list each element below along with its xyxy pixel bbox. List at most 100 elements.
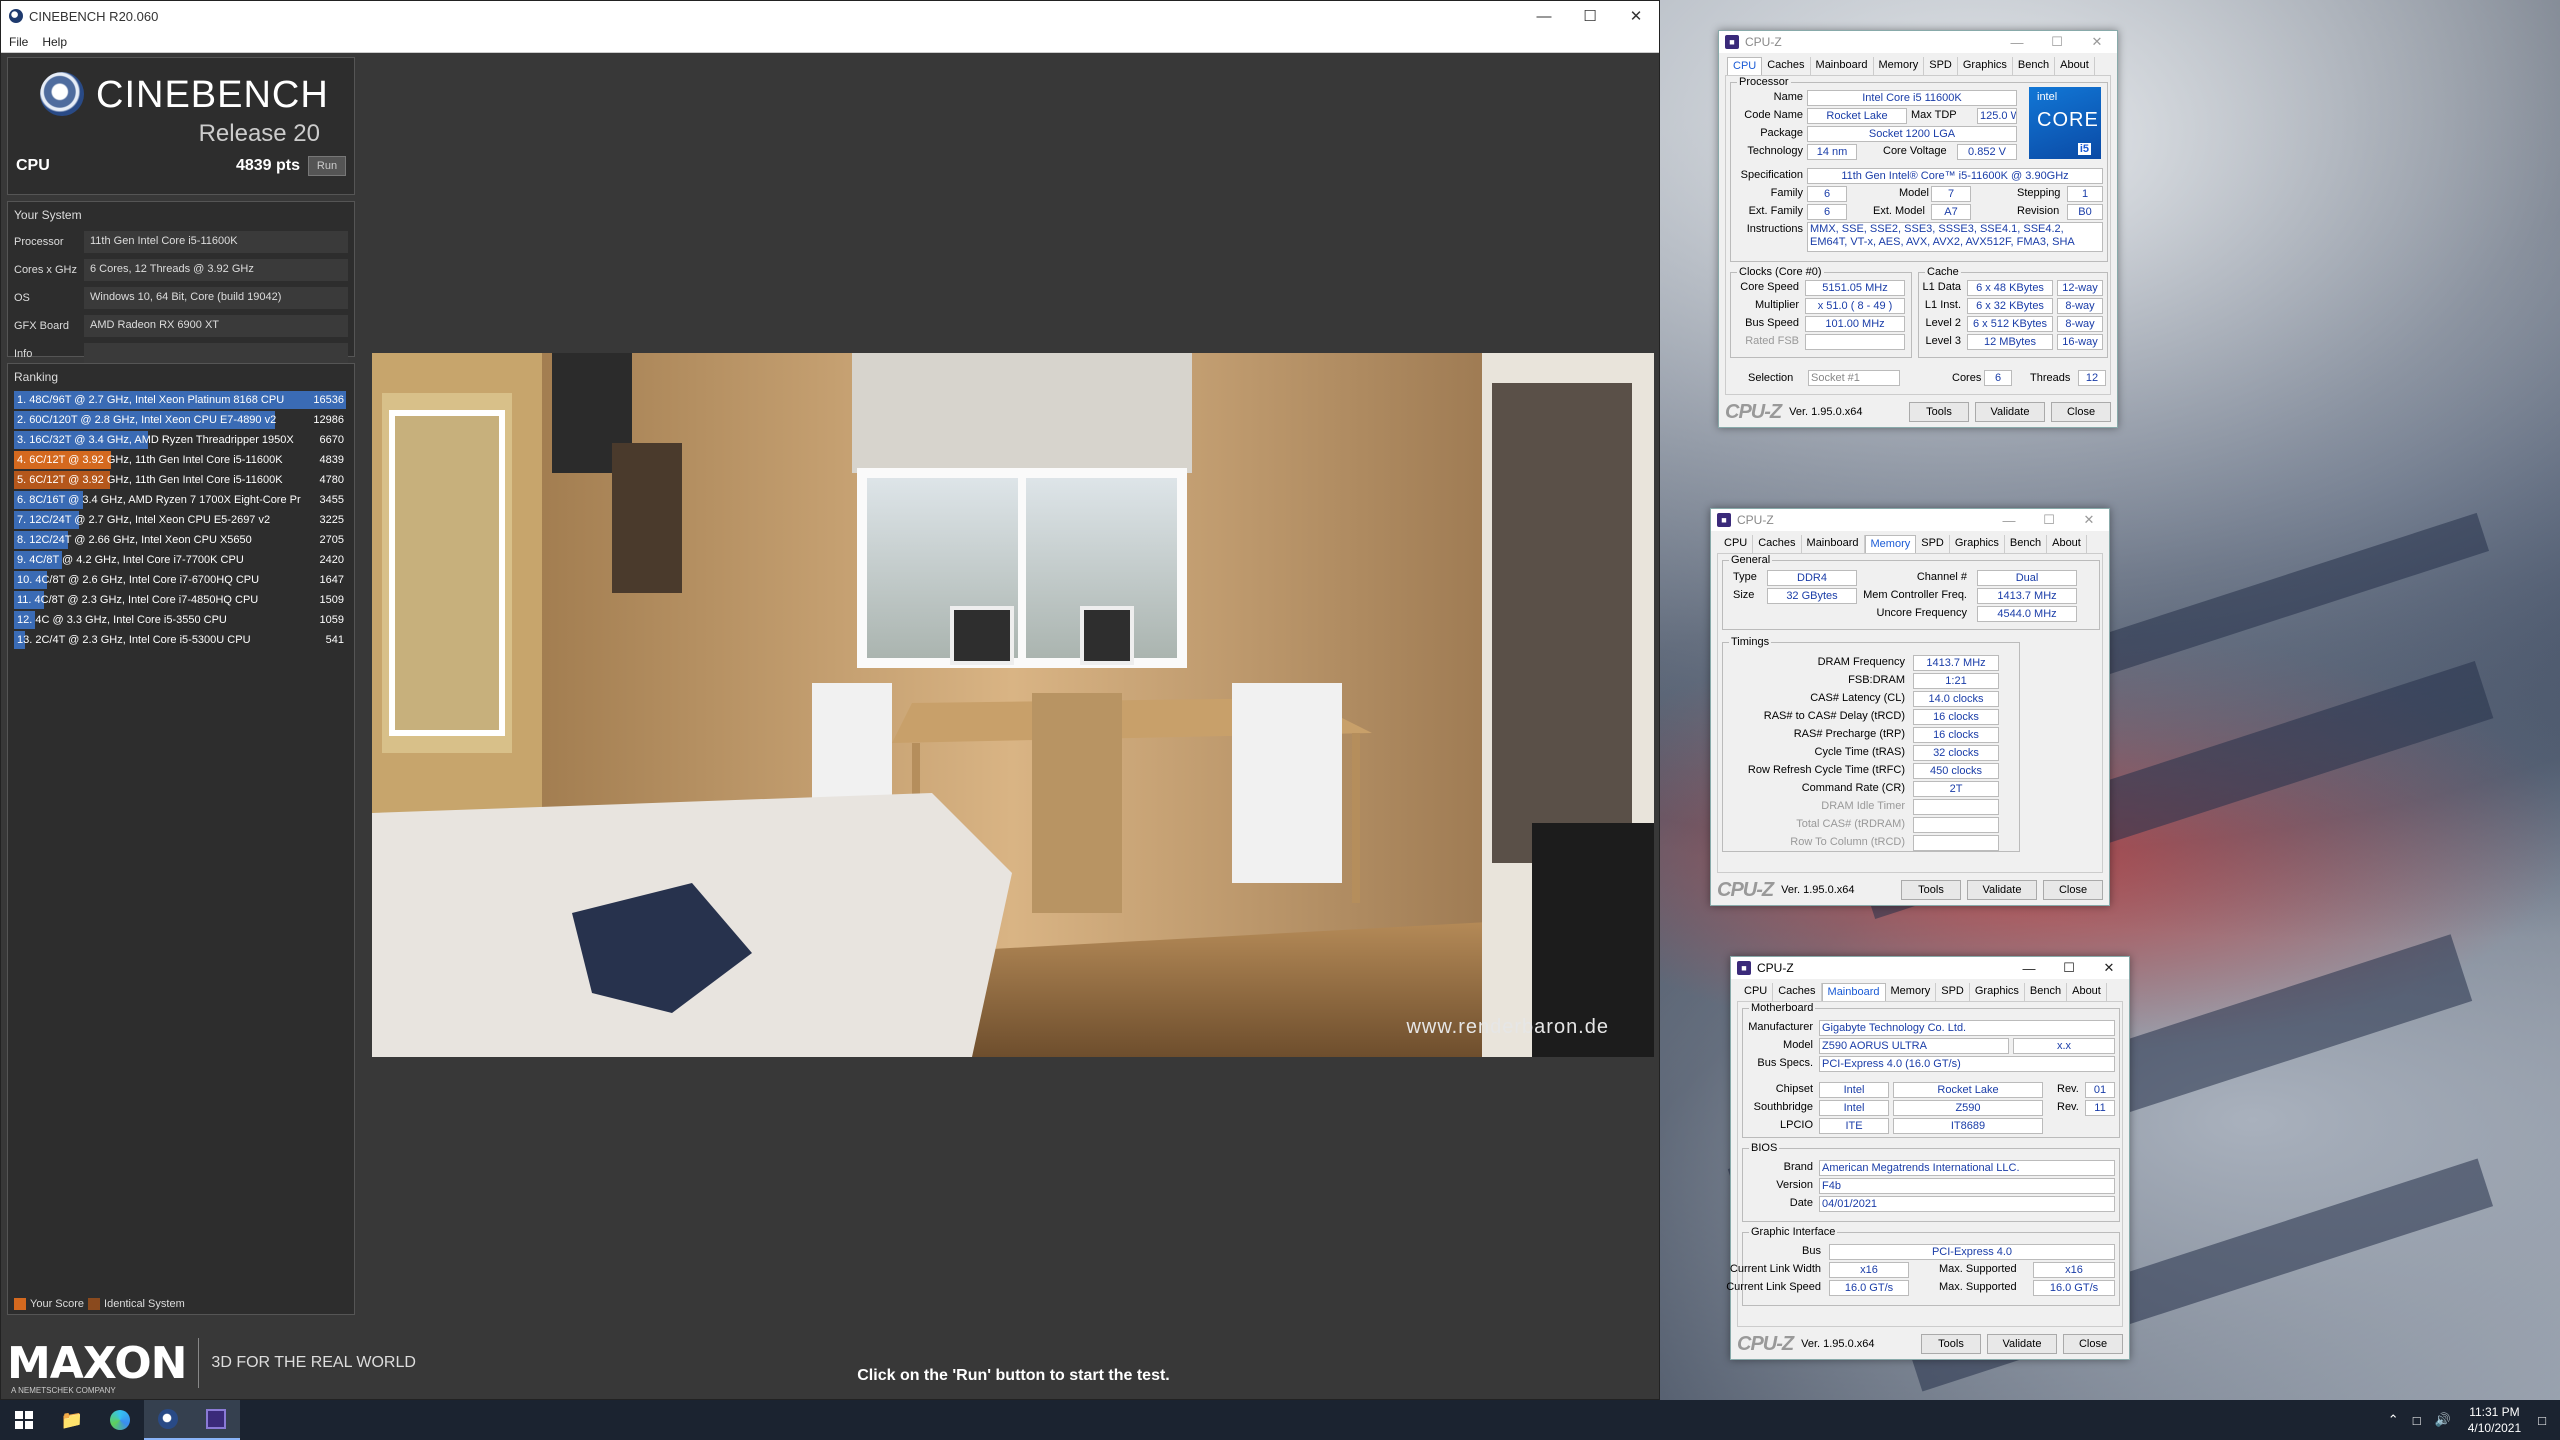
- validate-button[interactable]: Validate: [1967, 880, 2037, 900]
- volume-icon[interactable]: 🔊: [2435, 1412, 2451, 1428]
- menu-help[interactable]: Help: [42, 35, 67, 49]
- info-field[interactable]: [84, 343, 348, 365]
- tab-bench[interactable]: Bench: [2005, 535, 2048, 553]
- ranking-label: 7. 12C/24T @ 2.7 GHz, Intel Xeon CPU E5-…: [17, 514, 271, 526]
- ranking-title: Ranking: [14, 370, 59, 384]
- minimize-icon[interactable]: —: [2009, 961, 2049, 976]
- bios-group-title: BIOS: [1749, 1142, 1780, 1154]
- cpuz-titlebar[interactable]: ■ CPU-Z — ☐ ✕: [1731, 957, 2129, 979]
- cpuz-titlebar[interactable]: ■ CPU-Z — ☐ ✕: [1711, 509, 2109, 531]
- l1inst-label: L1 Inst.: [1924, 299, 1961, 311]
- cpuz-tabs: CPU Caches Mainboard Memory SPD Graphics…: [1719, 53, 2117, 75]
- cinebench-left-panel: CINEBENCH Release 20 CPU 4839 pts Run Yo…: [7, 57, 355, 1329]
- tab-graphics[interactable]: Graphics: [1970, 983, 2025, 1001]
- tab-spd[interactable]: SPD: [1916, 535, 1950, 553]
- tab-cpu[interactable]: CPU: [1719, 535, 1754, 553]
- close-icon[interactable]: ✕: [1613, 1, 1659, 31]
- ranking-row[interactable]: 4. 6C/12T @ 3.92 GHz, 11th Gen Intel Cor…: [14, 450, 348, 470]
- timing-label: Cycle Time (tRAS): [1814, 746, 1905, 758]
- tab-memory[interactable]: Memory: [1886, 983, 1937, 1001]
- memctrl-label: Mem Controller Freq.: [1863, 589, 1967, 601]
- validate-button[interactable]: Validate: [1987, 1334, 2057, 1354]
- tab-caches[interactable]: Caches: [1773, 983, 1822, 1001]
- ranking-row[interactable]: 11. 4C/8T @ 2.3 GHz, Intel Core i7-4850H…: [14, 590, 348, 610]
- clock[interactable]: 11:31 PM 4/10/2021: [2468, 1404, 2521, 1436]
- maximize-icon[interactable]: ☐: [1567, 1, 1613, 31]
- tab-mainboard[interactable]: Mainboard: [1811, 57, 1874, 75]
- tab-cpu[interactable]: CPU: [1739, 983, 1774, 1001]
- close-icon[interactable]: ✕: [2077, 34, 2117, 50]
- chipset-label: Chipset: [1775, 1083, 1813, 1095]
- chevron-up-icon[interactable]: ⌃: [2388, 1412, 2399, 1428]
- tab-about[interactable]: About: [2067, 983, 2107, 1001]
- gi-maxwidth-label: Max. Supported: [1939, 1263, 2017, 1275]
- ranking-row[interactable]: 13. 2C/4T @ 2.3 GHz, Intel Core i5-5300U…: [14, 630, 348, 650]
- tab-graphics[interactable]: Graphics: [1950, 535, 2005, 553]
- cinebench-taskbar-icon[interactable]: [144, 1400, 192, 1440]
- tab-about[interactable]: About: [2055, 57, 2095, 75]
- edge-browser-icon[interactable]: [96, 1400, 144, 1440]
- validate-button[interactable]: Validate: [1975, 402, 2045, 422]
- ranking-row[interactable]: 3. 16C/32T @ 3.4 GHz, AMD Ryzen Threadri…: [14, 430, 348, 450]
- ranking-row[interactable]: 6. 8C/16T @ 3.4 GHz, AMD Ryzen 7 1700X E…: [14, 490, 348, 510]
- file-explorer-icon[interactable]: 📁: [48, 1400, 96, 1440]
- ranking-row[interactable]: 10. 4C/8T @ 2.6 GHz, Intel Core i7-6700H…: [14, 570, 348, 590]
- tab-caches[interactable]: Caches: [1753, 535, 1802, 553]
- tab-memory[interactable]: Memory: [1874, 57, 1925, 75]
- ranking-row[interactable]: 9. 4C/8T @ 4.2 GHz, Intel Core i7-7700K …: [14, 550, 348, 570]
- tab-bench[interactable]: Bench: [2013, 57, 2056, 75]
- bios-version-label: Version: [1776, 1179, 1813, 1191]
- menu-file[interactable]: File: [9, 35, 28, 49]
- start-button[interactable]: [0, 1400, 48, 1440]
- ranking-row[interactable]: 2. 60C/120T @ 2.8 GHz, Intel Xeon CPU E7…: [14, 410, 348, 430]
- tools-button[interactable]: Tools: [1921, 1334, 1981, 1354]
- close-button[interactable]: Close: [2051, 402, 2111, 422]
- legend-identical-system: Identical System: [104, 1298, 185, 1310]
- ranking-label: 2. 60C/120T @ 2.8 GHz, Intel Xeon CPU E7…: [17, 414, 277, 426]
- ranking-row[interactable]: 5. 6C/12T @ 3.92 GHz, 11th Gen Intel Cor…: [14, 470, 348, 490]
- selection-dropdown[interactable]: Socket #1: [1808, 370, 1900, 386]
- tools-button[interactable]: Tools: [1901, 880, 1961, 900]
- tab-spd[interactable]: SPD: [1924, 57, 1958, 75]
- tab-mainboard[interactable]: Mainboard: [1821, 983, 1886, 1001]
- ranking-row[interactable]: 7. 12C/24T @ 2.7 GHz, Intel Xeon CPU E5-…: [14, 510, 348, 530]
- system-row-gfx: GFX Board AMD Radeon RX 6900 XT: [14, 312, 348, 340]
- minimize-icon[interactable]: —: [1997, 35, 2037, 50]
- southbridge-label: Southbridge: [1753, 1101, 1813, 1113]
- run-button[interactable]: Run: [308, 156, 346, 176]
- maximize-icon[interactable]: ☐: [2049, 960, 2089, 976]
- corevoltage-label: Core Voltage: [1883, 145, 1947, 157]
- maximize-icon[interactable]: ☐: [2029, 512, 2069, 528]
- minimize-icon[interactable]: —: [1989, 513, 2029, 528]
- gi-linkspeed-value: 16.0 GT/s: [1829, 1280, 1909, 1296]
- notification-icon[interactable]: □: [2538, 1413, 2546, 1428]
- cpuz-titlebar[interactable]: ■ CPU-Z — ☐ ✕: [1719, 31, 2117, 53]
- close-icon[interactable]: ✕: [2089, 960, 2129, 976]
- system-key: Cores x GHz: [14, 264, 77, 276]
- close-button[interactable]: Close: [2063, 1334, 2123, 1354]
- timing-value: [1913, 817, 1999, 833]
- cpuz-window-memory: ■ CPU-Z — ☐ ✕ CPU Caches Mainboard Memor…: [1710, 508, 2110, 906]
- tab-cpu[interactable]: CPU: [1727, 57, 1763, 75]
- ranking-row[interactable]: 1. 48C/96T @ 2.7 GHz, Intel Xeon Platinu…: [14, 390, 348, 410]
- tools-button[interactable]: Tools: [1909, 402, 1969, 422]
- tab-caches[interactable]: Caches: [1762, 57, 1811, 75]
- minimize-icon[interactable]: —: [1521, 1, 1567, 31]
- tab-mainboard[interactable]: Mainboard: [1802, 535, 1865, 553]
- tab-bench[interactable]: Bench: [2025, 983, 2068, 1001]
- timing-value: 1:21: [1913, 673, 1999, 689]
- size-value: 32 GBytes: [1767, 588, 1857, 604]
- cinebench-titlebar[interactable]: CINEBENCH R20.060 — ☐ ✕: [1, 1, 1659, 31]
- tab-graphics[interactable]: Graphics: [1958, 57, 2013, 75]
- close-button[interactable]: Close: [2043, 880, 2103, 900]
- tab-about[interactable]: About: [2047, 535, 2087, 553]
- network-icon[interactable]: □: [2413, 1413, 2421, 1428]
- ranking-row[interactable]: 12. 4C @ 3.3 GHz, Intel Core i5-3550 CPU…: [14, 610, 348, 630]
- close-icon[interactable]: ✕: [2069, 512, 2109, 528]
- cpuz-taskbar-icon[interactable]: [192, 1400, 240, 1440]
- tab-memory[interactable]: Memory: [1864, 535, 1917, 553]
- tab-spd[interactable]: SPD: [1936, 983, 1970, 1001]
- ranking-row[interactable]: 8. 12C/24T @ 2.66 GHz, Intel Xeon CPU X5…: [14, 530, 348, 550]
- technology-label: Technology: [1747, 145, 1803, 157]
- maximize-icon[interactable]: ☐: [2037, 34, 2077, 50]
